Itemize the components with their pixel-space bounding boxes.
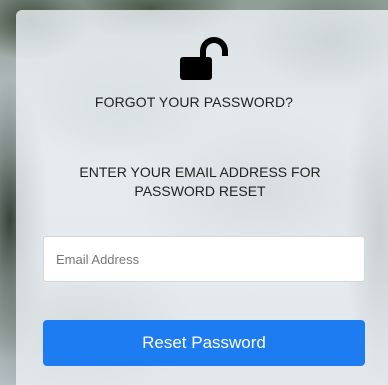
email-field[interactable] — [43, 236, 365, 282]
lock-open-icon — [180, 37, 228, 80]
page-title: FORGOT YOUR PASSWORD? — [94, 94, 294, 110]
reset-password-button[interactable]: Reset Password — [43, 320, 365, 366]
instructions-text: ENTER YOUR EMAIL ADDRESS FOR PASSWORD RE… — [79, 164, 321, 199]
